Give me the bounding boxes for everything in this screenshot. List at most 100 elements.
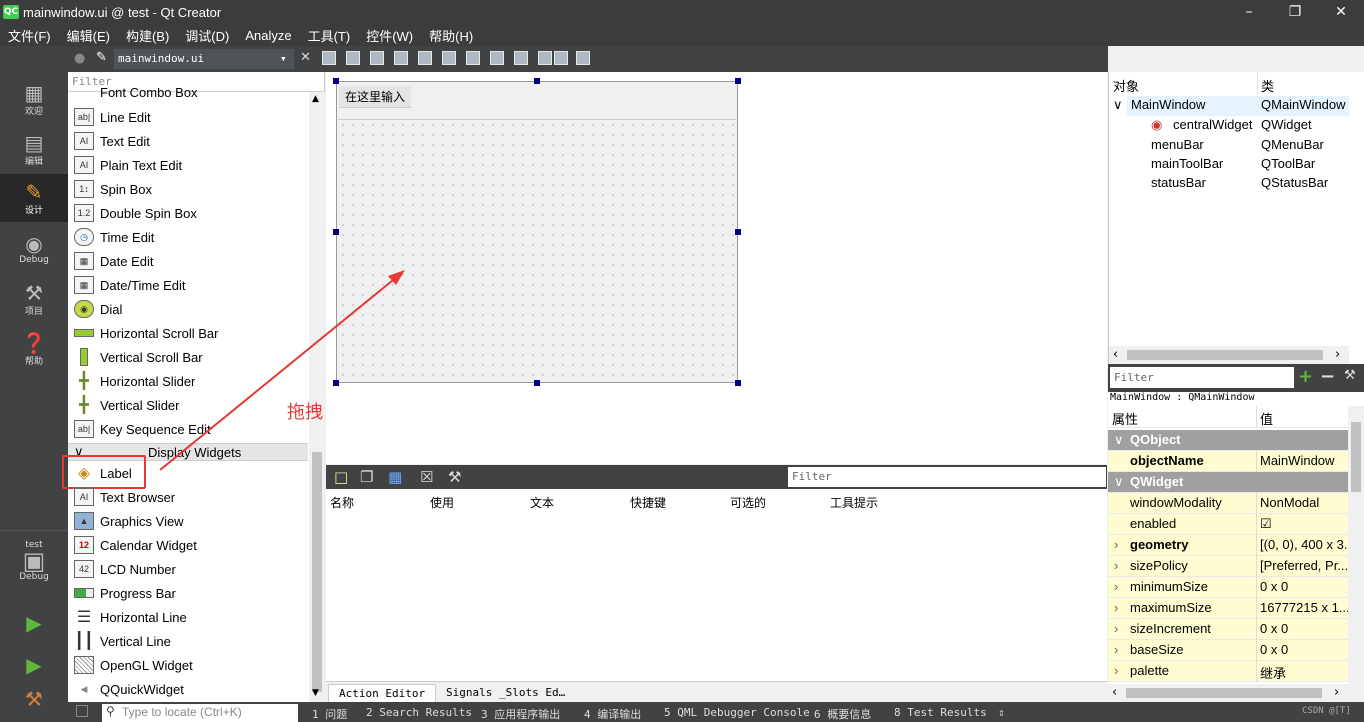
column-header-shortcut[interactable]: 快捷键 [630, 494, 666, 511]
property-name: maximumSize [1130, 600, 1212, 615]
chevron-right-icon[interactable]: › [1114, 642, 1118, 657]
property-row[interactable]: › sizePolicy [Preferred, Pr... [1108, 556, 1348, 577]
property-name: geometry [1130, 537, 1189, 552]
copy-action-icon[interactable]: ❐ [360, 468, 373, 486]
property-h-scrollbar[interactable]: ‹ › [1108, 684, 1348, 702]
column-divider [1256, 577, 1257, 598]
pane-test-results[interactable]: 8 Test Results [894, 706, 987, 719]
property-row[interactable]: › sizeIncrement 0 x 0 [1108, 619, 1348, 640]
column-header-value[interactable]: 值 [1260, 409, 1273, 428]
configure-icon[interactable]: ⚒ [448, 468, 461, 486]
object-row[interactable]: ∨ MainWindow QMainWindow [1109, 97, 1349, 116]
property-group[interactable]: ∨ QWidget [1108, 472, 1348, 493]
chevron-right-icon[interactable]: › [1114, 537, 1118, 552]
property-group[interactable]: ∨ QObject [1108, 430, 1348, 451]
property-class-line: MainWindow : QMainWindow [1108, 392, 1364, 406]
property-row[interactable]: › palette 继承 [1108, 661, 1348, 682]
property-filter-input[interactable]: Filter [1110, 367, 1294, 388]
pane-compile-output[interactable]: 4 编译输出 [584, 706, 641, 722]
property-row[interactable]: › maximumSize 16777215 x 1... [1108, 598, 1348, 619]
wrench-icon[interactable]: ⚒ [1344, 368, 1356, 383]
scrollbar-thumb[interactable] [1351, 422, 1361, 492]
property-name: windowModality [1130, 495, 1222, 510]
column-header-property[interactable]: 属性 [1112, 409, 1138, 428]
scroll-left-icon[interactable]: ‹ [1113, 347, 1118, 362]
property-value[interactable]: ☑ [1260, 516, 1348, 532]
property-row[interactable]: › baseSize 0 x 0 [1108, 640, 1348, 661]
property-value[interactable]: [(0, 0), 400 x 3... [1260, 537, 1348, 552]
pane-search-results[interactable]: 2 Search Results [366, 706, 472, 719]
object-class: QToolBar [1261, 156, 1316, 171]
property-name: enabled [1130, 516, 1177, 531]
paste-action-icon[interactable]: ▦ [388, 468, 402, 486]
action-editor-table: 名称 使用 文本 快捷键 可选的 工具提示 [326, 489, 1107, 681]
chevron-right-icon[interactable]: › [1114, 558, 1118, 573]
pane-application-output[interactable]: 3 应用程序输出 [481, 706, 560, 722]
chevron-down-icon[interactable]: ∨ [1113, 97, 1123, 113]
property-value[interactable]: 继承 [1260, 663, 1348, 682]
property-name: sizePolicy [1130, 558, 1188, 573]
scroll-right-icon[interactable]: › [1334, 685, 1339, 700]
property-value[interactable]: 0 x 0 [1260, 621, 1348, 636]
pane-general-messages[interactable]: 6 概要信息 [814, 706, 871, 722]
add-icon[interactable]: + [1298, 366, 1313, 387]
toggle-sidebar-icon[interactable] [76, 705, 88, 717]
remove-icon[interactable]: − [1320, 366, 1335, 387]
property-value[interactable]: 0 x 0 [1260, 579, 1348, 594]
action-filter-input[interactable]: Filter [788, 467, 1106, 487]
object-name: menuBar [1151, 137, 1204, 152]
tab-signals-slots[interactable]: Signals _Slots Ed… [436, 684, 575, 703]
object-row[interactable]: mainToolBar QToolBar [1109, 156, 1349, 175]
up-down-arrows-icon[interactable]: ⇕ [998, 706, 1005, 719]
property-row[interactable]: objectName MainWindow [1108, 451, 1348, 472]
property-value[interactable]: MainWindow [1260, 453, 1348, 468]
column-divider [1256, 451, 1257, 472]
object-row[interactable]: statusBar QStatusBar [1109, 175, 1349, 194]
drag-annotation-label: 拖拽 [287, 402, 323, 423]
object-name: MainWindow [1131, 97, 1206, 112]
property-value[interactable]: NonModal [1260, 495, 1348, 510]
scrollbar-thumb[interactable] [1127, 350, 1323, 360]
column-header-tooltip[interactable]: 工具提示 [830, 494, 878, 511]
chevron-right-icon[interactable]: › [1114, 579, 1118, 594]
property-row[interactable]: › geometry [(0, 0), 400 x 3... [1108, 535, 1348, 556]
scroll-left-icon[interactable]: ‹ [1112, 685, 1117, 700]
column-header-text[interactable]: 文本 [530, 494, 554, 511]
object-row[interactable]: ◉ centralWidget QWidget [1109, 117, 1349, 136]
object-name: statusBar [1151, 175, 1206, 190]
property-scrollbar[interactable] [1348, 406, 1364, 702]
chevron-right-icon[interactable]: › [1114, 663, 1118, 678]
object-class: QStatusBar [1261, 175, 1329, 190]
new-action-icon[interactable]: □ [334, 468, 348, 486]
group-label: QWidget [1130, 474, 1184, 489]
column-header-name[interactable]: 名称 [330, 494, 354, 511]
chevron-right-icon[interactable]: › [1114, 600, 1118, 615]
delete-action-icon[interactable]: ☒ [420, 468, 433, 486]
column-header-checkable[interactable]: 可选的 [730, 494, 766, 511]
pane-qml-debugger[interactable]: 5 QML Debugger Console [664, 706, 810, 719]
scroll-right-icon[interactable]: › [1335, 347, 1340, 362]
property-value[interactable]: 0 x 0 [1260, 642, 1348, 657]
property-header: 属性 值 [1108, 406, 1348, 428]
header-divider [1257, 72, 1258, 94]
chevron-right-icon[interactable]: › [1114, 621, 1118, 636]
object-row[interactable]: menuBar QMenuBar [1109, 137, 1349, 156]
property-row[interactable]: › minimumSize 0 x 0 [1108, 577, 1348, 598]
property-value[interactable]: [Preferred, Pr... [1260, 558, 1348, 573]
scrollbar-thumb[interactable] [1126, 688, 1322, 698]
chevron-down-icon[interactable]: ∨ [1114, 432, 1124, 448]
property-value[interactable]: 16777215 x 1... [1260, 600, 1348, 615]
property-editor: 属性 值 ∨ QObject objectName MainWindow ∨ QWidget w… [1108, 406, 1364, 702]
column-header-object[interactable]: 对象 [1113, 76, 1139, 95]
property-name: palette [1130, 663, 1170, 678]
property-row[interactable]: enabled ☑ [1108, 514, 1348, 535]
locator-input[interactable]: ⚲ Type to locate (Ctrl+K) [102, 704, 298, 722]
tab-action-editor[interactable]: Action Editor [328, 684, 437, 703]
column-header-used[interactable]: 使用 [430, 494, 454, 511]
property-row[interactable]: windowModality NonModal [1108, 493, 1348, 514]
h-scrollbar[interactable]: ‹ › [1109, 346, 1349, 364]
object-class: QMainWindow [1261, 97, 1346, 112]
column-header-class[interactable]: 类 [1261, 76, 1274, 95]
chevron-down-icon[interactable]: ∨ [1114, 474, 1124, 490]
pane-issues[interactable]: 1 问题 [312, 706, 347, 722]
